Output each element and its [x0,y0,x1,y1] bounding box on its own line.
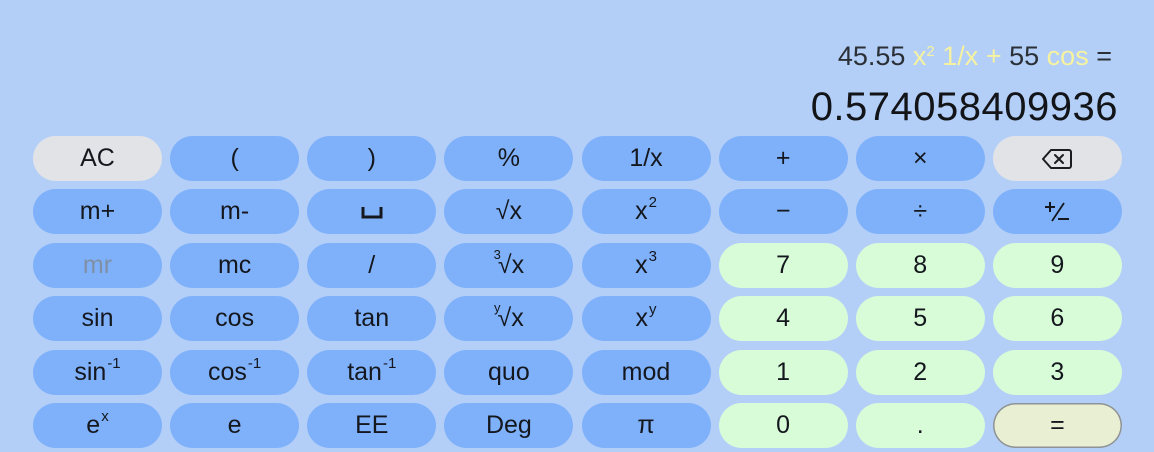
digit-6-button[interactable]: 6 [992,296,1122,342]
angle-mode-button[interactable]: Deg [444,402,574,448]
backspace-icon [1042,148,1073,170]
keypad: AC ( ) % 1/x + × m+ m- √x x2 − ÷ mr mc /… [33,136,1125,448]
close-paren-button[interactable]: ) [307,136,437,181]
expr-number-2: 55 [1009,41,1040,71]
cube-root-button[interactable]: 3 √x [444,242,574,288]
calculator-app: 45.55 x2 1/x + 55 cos = 0.574058409936 A… [0,0,1154,452]
power-button[interactable]: xy [581,296,711,342]
scientific-notation-button[interactable]: EE [307,402,437,448]
digit-0-button[interactable]: 0 [718,402,848,448]
cosine-button[interactable]: cos [170,296,300,342]
percent-button[interactable]: % [444,136,574,181]
square-button[interactable]: x2 [581,189,711,235]
equals-button[interactable]: = [992,402,1122,448]
all-clear-button[interactable]: AC [33,136,162,181]
pi-button[interactable]: π [581,402,711,448]
decimal-point-button[interactable]: . [855,402,985,448]
reciprocal-button[interactable]: 1/x [581,136,711,181]
digit-4-button[interactable]: 4 [718,296,848,342]
expr-equals: = [1096,41,1112,71]
space-button[interactable] [307,189,437,235]
space-icon [361,205,383,219]
arcsine-button[interactable]: sin -1 [33,349,162,395]
memory-clear-button[interactable]: mc [170,242,300,288]
memory-recall-button[interactable]: mr [33,242,162,288]
exponential-button[interactable]: ex [33,402,162,448]
divide-button[interactable]: ÷ [855,189,985,235]
result-display: 0.574058409936 [810,85,1118,129]
euler-constant-button[interactable]: e [170,402,300,448]
digit-2-button[interactable]: 2 [855,349,985,395]
tangent-button[interactable]: tan [307,296,437,342]
digit-1-button[interactable]: 1 [718,349,848,395]
quotient-button[interactable]: quo [444,349,574,395]
arccosine-button[interactable]: cos -1 [170,349,300,395]
square-root-button[interactable]: √x [444,189,574,235]
expr-reciprocal-op: 1/x [942,41,979,71]
expr-cos-op: cos [1046,41,1089,71]
memory-subtract-button[interactable]: m- [170,189,300,235]
nth-root-button[interactable]: y √x [444,296,574,342]
slash-button[interactable]: / [307,242,437,288]
subtract-button[interactable]: − [718,189,848,235]
open-paren-button[interactable]: ( [170,136,300,181]
add-button[interactable]: + [718,136,848,181]
multiply-button[interactable]: × [855,136,985,181]
digit-3-button[interactable]: 3 [992,349,1122,395]
expr-square-op: x2 [912,41,935,71]
sign-toggle-button[interactable] [992,189,1122,235]
backspace-button[interactable] [992,136,1122,181]
modulo-button[interactable]: mod [581,349,711,395]
expr-plus-op: + [985,41,1002,71]
digit-7-button[interactable]: 7 [718,242,848,288]
expr-number: 45.55 [837,41,906,71]
expression-display: 45.55 x2 1/x + 55 cos = [838,36,1112,76]
digit-9-button[interactable]: 9 [992,242,1122,288]
memory-add-button[interactable]: m+ [33,189,162,235]
digit-8-button[interactable]: 8 [855,242,985,288]
plus-minus-icon [1042,200,1072,224]
arctangent-button[interactable]: tan -1 [307,349,437,395]
sine-button[interactable]: sin [33,296,162,342]
digit-5-button[interactable]: 5 [855,296,985,342]
cube-button[interactable]: x3 [581,242,711,288]
